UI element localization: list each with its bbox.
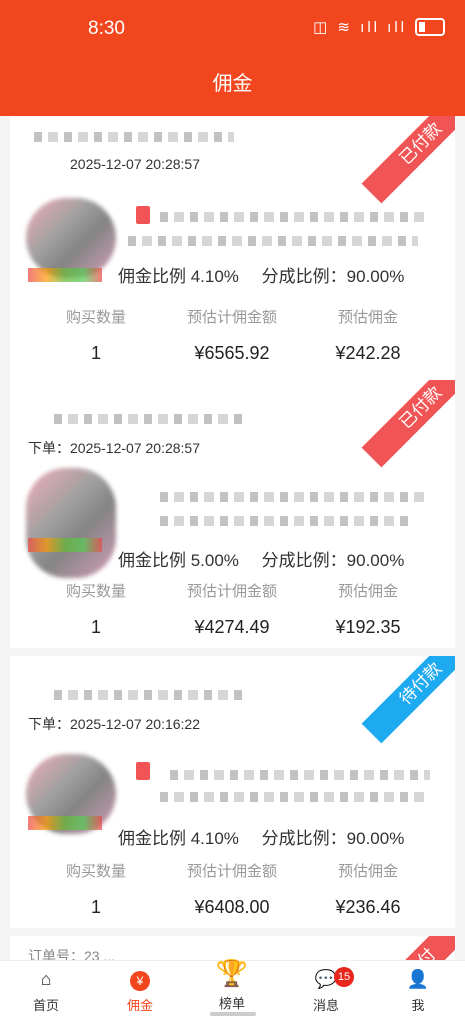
estimated-amount-label: 预估计佣金额 (186, 583, 277, 600)
signal-wifi-icons: ◫ ≋ ıll ıll (313, 19, 407, 36)
tab-commission[interactable]: ¥ 佣金 (100, 967, 180, 1014)
estimated-amount-stat: 预估计佣金额 ¥6565.92 (158, 306, 306, 364)
order-id-blurred (34, 132, 234, 142)
tab-home-label: 首页 (32, 998, 59, 1013)
battery-icon (415, 18, 445, 36)
tab-ranking[interactable]: 🏆 榜单 (192, 957, 272, 1012)
product-name-blurred (128, 236, 418, 246)
order-id-blurred (54, 414, 244, 424)
order-card[interactable]: 待付款 下单：2025-12-07 20:16:22 佣金比例 4.10% 分成… (10, 656, 455, 928)
user-icon: 👤 (406, 969, 430, 989)
quantity-label: 购买数量 (65, 309, 126, 326)
product-name-blurred (160, 792, 430, 802)
estimated-amount-label: 预估计佣金额 (186, 863, 277, 880)
quantity-value: 1 (90, 343, 101, 363)
status-ribbon: 已付款 (361, 380, 455, 468)
product-name-blurred (160, 516, 410, 526)
status-bar: 8:30 ◫ ≋ ıll ıll (0, 0, 465, 62)
order-card[interactable]: 已付款 下单：2025-12-07 20:28:57 佣金比例 5.00% 分成… (10, 380, 455, 648)
estimated-commission-label: 预估佣金 (337, 863, 398, 880)
estimated-amount-value: ¥6408.00 (194, 897, 270, 917)
product-name-blurred (160, 212, 430, 222)
order-id-blurred (54, 690, 244, 700)
status-icons: ◫ ≋ ıll ıll (313, 18, 445, 36)
tab-me-label: 我 (411, 998, 425, 1013)
home-icon: ⌂ (40, 969, 52, 989)
estimated-commission-stat: 预估佣金 ¥242.28 (294, 306, 442, 364)
product-thumbnail (26, 468, 116, 578)
order-time: 2025-12-07 20:28:57 (70, 156, 200, 172)
share-rate: 分成比例：90.00% (261, 829, 405, 848)
estimated-commission-stat: 预估佣金 ¥236.46 (294, 860, 442, 918)
tab-home[interactable]: ⌂ 首页 (6, 967, 86, 1014)
quantity-stat: 购买数量 1 (22, 580, 170, 638)
rates: 佣金比例 5.00% 分成比例：90.00% (118, 546, 422, 571)
quantity-stat: 购买数量 1 (22, 860, 170, 918)
product-name-blurred (160, 492, 430, 502)
page-title: 佣金 (212, 73, 253, 95)
quantity-stat: 购买数量 1 (22, 306, 170, 364)
commission-rate: 佣金比例 5.00% (118, 551, 239, 570)
page-header: 佣金 (0, 62, 465, 116)
share-rate: 分成比例：90.00% (261, 267, 405, 286)
order-time: 下单：2025-12-07 20:16:22 (28, 716, 200, 732)
order-id: 订单号：23 ... (28, 948, 116, 960)
commission-rate: 佣金比例 4.10% (118, 267, 239, 286)
tab-me[interactable]: 👤 我 (378, 967, 458, 1014)
estimated-commission-label: 预估佣金 (337, 583, 398, 600)
trophy-icon: 🏆 (215, 958, 249, 988)
shop-tag-icon (136, 206, 150, 224)
quantity-value: 1 (90, 617, 101, 637)
product-name-blurred (170, 770, 430, 780)
estimated-amount-label: 预估计佣金额 (186, 309, 277, 326)
order-time: 下单：2025-12-07 20:28:57 (28, 440, 200, 456)
product-thumbnail-strip (28, 816, 102, 830)
estimated-commission-value: ¥192.35 (335, 617, 401, 637)
estimated-commission-value: ¥236.46 (335, 897, 401, 917)
status-ribbon: 已付 (361, 936, 455, 960)
tab-messages-label: 消息 (312, 998, 339, 1013)
product-thumbnail (26, 198, 116, 278)
product-thumbnail-strip (28, 538, 102, 552)
status-time: 8:30 (88, 18, 125, 39)
rates: 佣金比例 4.10% 分成比例：90.00% (118, 262, 422, 287)
commission-rate: 佣金比例 4.10% (118, 829, 239, 848)
estimated-amount-value: ¥6565.92 (194, 343, 270, 363)
estimated-commission-label: 预估佣金 (337, 309, 398, 326)
estimated-amount-stat: 预估计佣金额 ¥6408.00 (158, 860, 306, 918)
estimated-amount-stat: 预估计佣金额 ¥4274.49 (158, 580, 306, 638)
share-rate: 分成比例：90.00% (261, 551, 405, 570)
tab-messages[interactable]: 💬 15 消息 (286, 967, 366, 1014)
shop-tag-icon (136, 762, 150, 780)
tab-commission-label: 佣金 (126, 998, 153, 1013)
tab-ranking-label: 榜单 (218, 996, 245, 1011)
estimated-amount-value: ¥4274.49 (194, 617, 270, 637)
order-list[interactable]: 已付款 2025-12-07 20:28:57 佣金比例 4.10% 分成比例：… (0, 116, 465, 960)
rates: 佣金比例 4.10% 分成比例：90.00% (118, 824, 422, 849)
quantity-value: 1 (90, 897, 101, 917)
unread-badge: 15 (334, 967, 354, 987)
quantity-label: 购买数量 (65, 583, 126, 600)
product-thumbnail-strip (28, 268, 102, 282)
estimated-commission-value: ¥242.28 (335, 343, 401, 363)
message-icon: 💬 (314, 969, 338, 989)
home-indicator (210, 1012, 256, 1016)
estimated-commission-stat: 预估佣金 ¥192.35 (294, 580, 442, 638)
quantity-label: 购买数量 (65, 863, 126, 880)
status-ribbon: 待付款 (361, 656, 455, 744)
yen-coin-icon: ¥ (100, 967, 180, 991)
order-card[interactable]: 已付款 2025-12-07 20:28:57 佣金比例 4.10% 分成比例：… (10, 116, 455, 388)
